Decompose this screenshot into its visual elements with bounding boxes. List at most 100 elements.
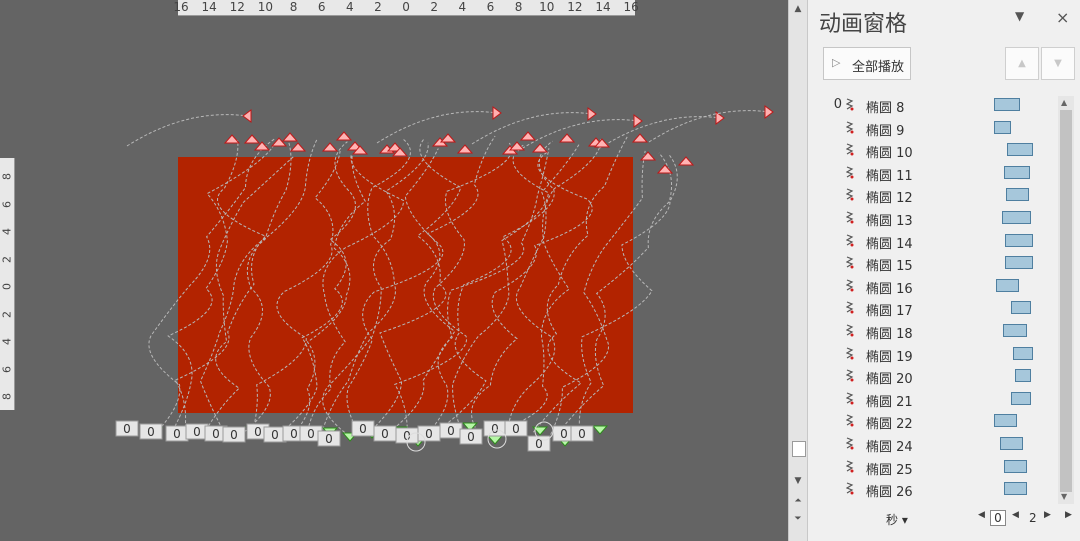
motion-path[interactable] xyxy=(174,140,267,429)
motion-path[interactable] xyxy=(599,116,721,149)
path-end-marker-icon[interactable] xyxy=(335,131,353,141)
timeline-bar[interactable] xyxy=(999,437,1023,450)
path-end-marker-icon[interactable] xyxy=(587,107,597,121)
animation-list-item[interactable]: 椭圆 10 xyxy=(808,139,1055,161)
timeline-bar[interactable] xyxy=(1014,369,1032,383)
path-end-marker-icon[interactable] xyxy=(223,134,241,144)
scale-right-icon[interactable]: ▶ xyxy=(1065,510,1072,520)
scroll-up-icon[interactable]: ▲ xyxy=(791,2,805,16)
motion-path[interactable] xyxy=(532,136,628,433)
motion-path[interactable] xyxy=(558,154,678,432)
path-end-marker-icon[interactable] xyxy=(764,105,774,119)
timeline-bar[interactable] xyxy=(994,98,1021,111)
timeline-bar[interactable] xyxy=(1002,211,1031,224)
motion-path[interactable] xyxy=(428,148,550,433)
motion-path[interactable] xyxy=(148,137,276,435)
pane-options-dropdown-icon[interactable]: ▼ xyxy=(1015,9,1024,23)
timeline-bar[interactable] xyxy=(996,278,1020,292)
close-icon[interactable]: × xyxy=(1056,8,1069,27)
motion-paths-layer[interactable]: 0 0 0 0 0 0 0 0 0 0 00 0 0 0 0 00 000 0 xyxy=(0,0,790,541)
timeline-bar[interactable] xyxy=(1010,391,1032,405)
timeline-bar[interactable] xyxy=(1004,165,1031,179)
path-end-marker-icon[interactable] xyxy=(531,143,549,153)
path-start-marker-icon[interactable] xyxy=(591,425,609,435)
path-end-marker-icon[interactable] xyxy=(243,134,261,144)
path-end-marker-icon[interactable] xyxy=(439,133,457,143)
animation-list-item[interactable]: 椭圆 14 xyxy=(808,230,1055,252)
scale-left-icon[interactable]: ◀ xyxy=(978,510,985,520)
motion-path[interactable] xyxy=(376,111,498,144)
timeline-bar[interactable] xyxy=(1010,301,1032,315)
path-end-marker-icon[interactable] xyxy=(633,114,643,128)
play-all-button[interactable]: ▷ 全部播放 xyxy=(823,47,911,80)
timeline-bar[interactable] xyxy=(1002,324,1028,337)
animation-list-item[interactable]: 椭圆 19 xyxy=(808,343,1055,365)
animation-list-item[interactable]: 椭圆 12 xyxy=(808,184,1055,206)
animation-list-item[interactable]: 椭圆 20 xyxy=(808,365,1055,387)
motion-path[interactable] xyxy=(471,151,593,433)
path-end-marker-icon[interactable] xyxy=(558,133,576,143)
motion-path[interactable] xyxy=(648,110,770,143)
animation-list-item[interactable]: 椭圆 17 xyxy=(808,297,1055,319)
path-end-marker-icon[interactable] xyxy=(639,151,657,161)
timeline-bar[interactable] xyxy=(1004,256,1034,270)
previous-slide-icon[interactable]: ⏶ xyxy=(791,494,805,508)
path-end-marker-icon[interactable] xyxy=(456,144,474,154)
editor-scrollbar[interactable]: ▲ ▼ ⏶ ⏷ xyxy=(788,0,807,541)
animation-list-item[interactable]: 椭圆 26 xyxy=(808,478,1055,500)
next-slide-icon[interactable]: ⏷ xyxy=(791,512,805,526)
motion-path[interactable] xyxy=(394,142,512,433)
move-down-button[interactable]: ▼ xyxy=(1041,47,1075,80)
animation-list-item[interactable]: 椭圆 18 xyxy=(808,320,1055,342)
motion-path[interactable] xyxy=(199,138,318,430)
time-unit-dropdown[interactable]: 秒 ▾ xyxy=(886,511,908,528)
timeline-bar[interactable] xyxy=(1004,233,1034,247)
path-end-marker-icon[interactable] xyxy=(631,133,649,143)
motion-path[interactable] xyxy=(203,155,295,435)
path-end-marker-icon[interactable] xyxy=(289,142,307,152)
list-scroll-down-icon[interactable]: ▼ xyxy=(1061,492,1067,501)
list-scroll-up-icon[interactable]: ▲ xyxy=(1061,98,1067,107)
motion-path[interactable] xyxy=(252,150,341,432)
timeline-bar[interactable] xyxy=(994,120,1011,134)
animation-list-item[interactable]: 椭圆 22 xyxy=(808,410,1055,432)
timeline-bar[interactable] xyxy=(1013,346,1033,360)
list-scroll-thumb[interactable] xyxy=(1060,110,1072,492)
timeline-bar[interactable] xyxy=(1004,482,1028,496)
path-end-marker-icon[interactable] xyxy=(519,131,537,141)
animation-list-item[interactable]: 椭圆 16 xyxy=(808,275,1055,297)
path-end-marker-icon[interactable] xyxy=(242,109,252,123)
path-start-marker-icon[interactable] xyxy=(486,435,504,445)
animation-list-item[interactable]: 椭圆 25 xyxy=(808,456,1055,478)
animation-list-item[interactable]: 椭圆 9 xyxy=(808,117,1055,139)
scroll-thumb[interactable] xyxy=(792,441,806,457)
motion-path[interactable] xyxy=(239,141,292,436)
animation-list-item[interactable]: 椭圆 24 xyxy=(808,433,1055,455)
animation-list[interactable]: 0 椭圆 8 椭圆 9 椭圆 10 椭圆 11 椭圆 12 椭圆 13 椭圆 14 椭圆 15 椭… xyxy=(808,94,1055,504)
motion-path[interactable] xyxy=(452,144,549,432)
motion-path[interactable] xyxy=(578,152,673,429)
timeline-bar[interactable] xyxy=(1007,143,1034,157)
path-end-marker-icon[interactable] xyxy=(281,132,299,142)
animation-list-item[interactable]: 椭圆 11 xyxy=(808,162,1055,184)
path-end-marker-icon[interactable] xyxy=(492,106,502,120)
motion-path[interactable] xyxy=(291,154,366,437)
path-end-marker-icon[interactable] xyxy=(715,111,725,125)
animation-list-item[interactable]: 椭圆 21 xyxy=(808,388,1055,410)
scroll-down-icon[interactable]: ▼ xyxy=(791,474,805,488)
path-end-marker-icon[interactable] xyxy=(321,142,339,152)
timeline-bar[interactable] xyxy=(993,414,1017,428)
path-end-marker-icon[interactable] xyxy=(677,156,695,166)
timeline-bar[interactable] xyxy=(1004,459,1028,473)
path-end-marker-icon[interactable] xyxy=(656,164,674,174)
motion-path[interactable] xyxy=(491,143,580,436)
motion-path[interactable] xyxy=(440,140,555,430)
list-scrollbar[interactable]: ▲ ▼ xyxy=(1058,96,1074,504)
animation-list-item[interactable]: 椭圆 13 xyxy=(808,207,1055,229)
move-up-button[interactable]: ▲ xyxy=(1005,47,1039,80)
motion-path[interactable] xyxy=(392,135,496,430)
animation-list-item[interactable]: 椭圆 15 xyxy=(808,252,1055,274)
animation-list-item[interactable]: 0 椭圆 8 xyxy=(808,94,1055,116)
motion-path[interactable] xyxy=(322,138,411,430)
timeline-bar[interactable] xyxy=(1006,188,1030,202)
